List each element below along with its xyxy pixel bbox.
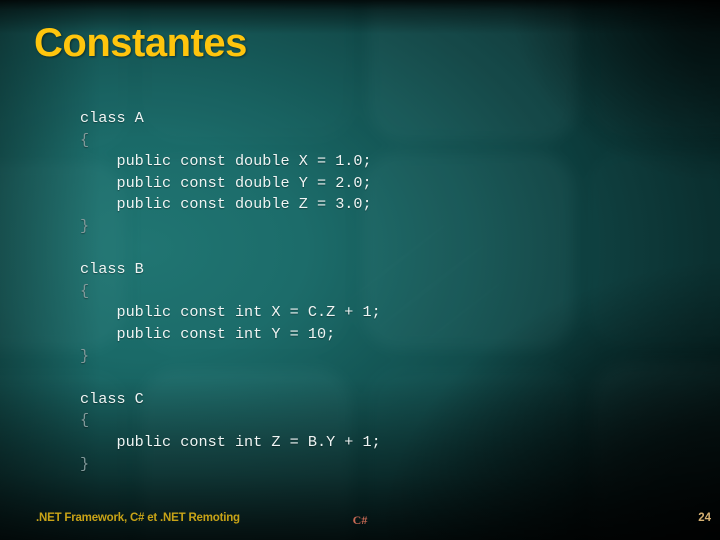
code-line: public const double Z = 3.0;: [80, 195, 372, 214]
slide-footer: .NET Framework, C# et .NET Remoting C# 2…: [0, 512, 720, 532]
code-line: public const double Y = 2.0;: [80, 173, 372, 192]
code-line: }: [80, 454, 90, 473]
code-line: }: [80, 216, 90, 235]
code-line: public const double X = 1.0;: [80, 152, 372, 171]
slide-canvas: Constantes class A { public const double …: [0, 0, 720, 540]
code-line: class A: [80, 109, 144, 127]
slide-title: Constantes: [34, 21, 247, 65]
code-line: class B: [80, 260, 144, 279]
code-line: {: [80, 411, 90, 430]
code-block: class A { public const double X = 1.0; pu…: [80, 108, 660, 475]
code-line: {: [80, 130, 90, 149]
code-line: }: [80, 346, 90, 365]
footer-topic-label: C#: [352, 513, 368, 527]
slide-number: 24: [698, 512, 711, 524]
code-line: {: [80, 281, 90, 300]
code-line: public const int Y = 10;: [80, 324, 336, 343]
code-line: public const int X = C.Z + 1;: [80, 303, 381, 322]
code-line: class C: [80, 389, 144, 408]
code-line: public const int Z = B.Y + 1;: [80, 432, 381, 451]
